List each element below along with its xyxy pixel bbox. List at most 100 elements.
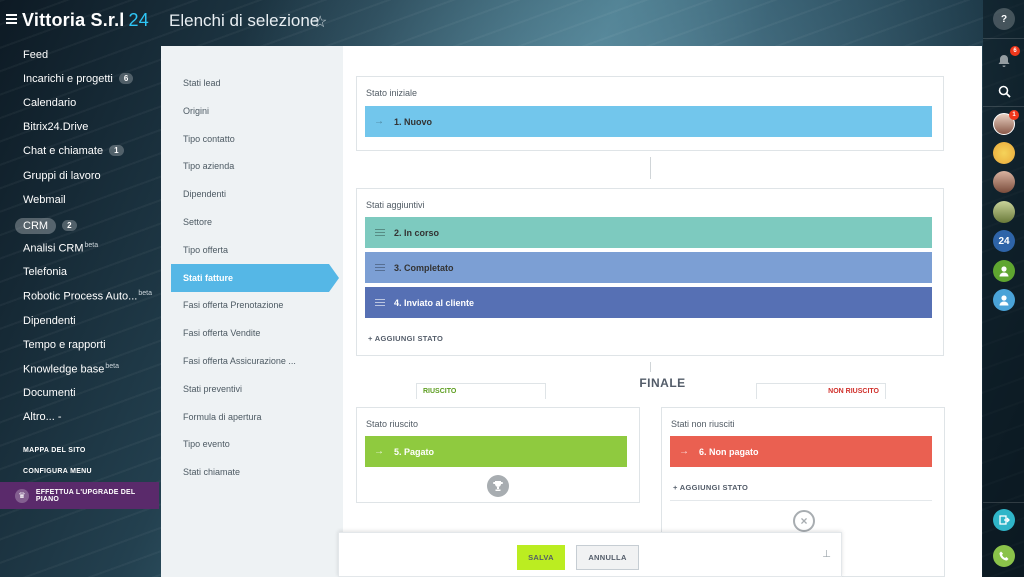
user-avatar[interactable] — [993, 142, 1015, 164]
search-icon[interactable] — [993, 80, 1015, 102]
divider — [983, 106, 1024, 107]
settings-list-item[interactable]: Dipendenti — [183, 189, 226, 199]
menu-item-label: Knowledge base — [23, 363, 105, 376]
stage-bar-in-corso[interactable]: 2. In corso — [365, 217, 932, 248]
user-icon[interactable] — [993, 289, 1015, 311]
counter-badge: 2 — [62, 220, 77, 231]
connector-line — [650, 157, 651, 179]
settings-list-item[interactable]: Tipo offerta — [183, 245, 228, 255]
phone-icon[interactable] — [993, 545, 1015, 567]
menu-item-label: Bitrix24.Drive — [23, 121, 89, 133]
menu-item[interactable]: Knowledge basebeta — [23, 363, 119, 376]
menu-item[interactable]: Gruppi di lavoro — [23, 170, 101, 182]
menu-item-label: Chat e chiamate — [23, 145, 104, 157]
brand-logo[interactable]: Vittoria S.r.l 24 — [22, 10, 149, 31]
menu-item[interactable]: Incarichi e progetti 6 — [23, 73, 134, 85]
menu-item[interactable]: Dipendenti — [23, 315, 76, 327]
settings-list-item[interactable]: Stati chiamate — [183, 467, 240, 477]
menu-item[interactable]: Feed — [23, 49, 48, 61]
add-fail-stage-button[interactable]: + AGGIUNGI STATO — [673, 483, 748, 492]
menu-item[interactable]: Bitrix24.Drive — [23, 121, 88, 133]
success-stage-box: Stato riuscito → 5. Pagato — [356, 407, 640, 503]
help-icon[interactable]: ? — [993, 8, 1015, 30]
save-button[interactable]: SALVA — [517, 545, 565, 570]
stage-bar-inviato-al-cliente[interactable]: 4. Inviato al cliente — [365, 287, 932, 318]
menu-item[interactable]: Robotic Process Auto...beta — [23, 290, 152, 303]
save-bar: SALVA ANNULLA ⊥ — [338, 532, 842, 577]
drag-handle-icon[interactable] — [375, 264, 385, 271]
brand-suffix: 24 — [128, 10, 149, 30]
settings-list-item[interactable]: Tipo contatto — [183, 134, 235, 144]
stage-bar-pagato[interactable]: → 5. Pagato — [365, 436, 627, 467]
counter-badge: 1 — [109, 145, 124, 156]
menu-item-label: Webmail — [23, 194, 66, 206]
configure-menu-link[interactable]: CONFIGURA MENU — [23, 468, 92, 475]
top-bar: Vittoria S.r.l 24 Elenchi di selezione ☆ — [0, 0, 982, 42]
stage-bar-completato[interactable]: 3. Completato — [365, 252, 932, 283]
settings-list-item[interactable]: Fasi offerta Vendite — [183, 328, 260, 338]
right-toolbar: ? 6 1 24 — [983, 0, 1024, 577]
user-avatar[interactable]: 1 — [993, 110, 1019, 135]
add-stage-button[interactable]: + AGGIUNGI STATO — [368, 334, 443, 343]
menu-item-label: CRM — [15, 218, 57, 234]
stage-bar-nuovo[interactable]: → 1. Nuovo — [365, 106, 932, 137]
crown-icon: ♛ — [15, 488, 29, 503]
menu-item[interactable]: Altro... - — [23, 411, 62, 423]
bitrix24-logo-icon[interactable]: 24 — [993, 230, 1015, 252]
menu-item-label: Tempo e rapporti — [23, 339, 106, 351]
stage-bar-non-pagato[interactable]: → 6. Non pagato — [670, 436, 932, 467]
menu-item-label: Incarichi e progetti — [23, 73, 113, 85]
exit-icon[interactable] — [993, 509, 1015, 531]
settings-list-item[interactable]: Tipo azienda — [183, 161, 234, 171]
site-map-link[interactable]: MAPPA DEL SITO — [23, 447, 86, 454]
user-avatar[interactable] — [993, 171, 1015, 193]
pin-icon[interactable]: ⊥ — [822, 549, 831, 560]
menu-item[interactable]: Telefonia — [23, 266, 67, 278]
menu-item-label: Analisi CRM — [23, 242, 84, 255]
user-avatar[interactable] — [993, 201, 1015, 223]
avatar-badge: 1 — [1009, 110, 1019, 120]
settings-list-item[interactable]: Fasi offerta Assicurazione ... — [183, 356, 296, 366]
cancel-button[interactable]: ANNULLA — [576, 545, 639, 570]
initial-stage-title: Stato iniziale — [366, 88, 418, 98]
brand-name: Vittoria S.r.l — [22, 10, 125, 30]
arrow-right-icon: → — [679, 446, 689, 457]
settings-list-item[interactable]: Stati preventivi — [183, 384, 242, 394]
settings-list-item[interactable]: Stati fatture — [171, 264, 339, 292]
settings-list-item[interactable]: Stati lead — [183, 78, 221, 88]
settings-list: Stati lead Origini Tipo contatto Tipo azien… — [161, 46, 339, 577]
stage-label: 3. Completato — [394, 262, 454, 273]
menu-item[interactable]: Documenti — [23, 387, 76, 399]
notifications-badge: 6 — [1010, 46, 1020, 56]
menu-item[interactable]: Chat e chiamate 1 — [23, 145, 124, 157]
menu-item[interactable]: Tempo e rapporti — [23, 339, 106, 351]
menu-item-label: Dipendenti — [23, 315, 76, 327]
drag-handle-icon[interactable] — [375, 229, 385, 236]
user-icon[interactable] — [993, 260, 1015, 282]
menu-item[interactable]: Webmail — [23, 194, 66, 206]
menu-item[interactable]: Calendario — [23, 97, 76, 109]
divider — [983, 38, 1024, 39]
settings-list-item[interactable]: Origini — [183, 106, 209, 116]
menu-item-label: Telefonia — [23, 266, 68, 278]
settings-list-item[interactable]: Tipo evento — [183, 439, 230, 449]
menu-burger-icon[interactable] — [6, 14, 17, 24]
menu-item-label: Feed — [23, 49, 49, 61]
additional-stages-box: Stati aggiuntivi 2. In corso 3. Completa… — [356, 188, 944, 356]
fail-tab: NON RIUSCITO — [756, 383, 886, 399]
beta-label: beta — [84, 242, 99, 249]
menu-item[interactable]: CRM 2 — [15, 218, 77, 234]
close-circle-icon[interactable]: × — [793, 510, 815, 532]
upgrade-plan-button[interactable]: ♛ EFFETTUA L'UPGRADE DEL PIANO — [0, 482, 159, 509]
divider — [983, 502, 1024, 503]
settings-list-item[interactable]: Fasi offerta Prenotazione — [183, 300, 283, 310]
favorite-star-icon[interactable]: ☆ — [313, 12, 327, 32]
notifications-icon[interactable]: 6 — [993, 46, 1020, 72]
drag-handle-icon[interactable] — [375, 299, 385, 306]
divider — [670, 500, 932, 501]
menu-item[interactable]: Analisi CRMbeta — [23, 242, 98, 255]
settings-list-item[interactable]: Settore — [183, 217, 212, 227]
settings-list-item[interactable]: Formula di apertura — [183, 412, 262, 422]
trophy-icon — [487, 475, 509, 497]
menu-item-label: Gruppi di lavoro — [23, 170, 101, 182]
